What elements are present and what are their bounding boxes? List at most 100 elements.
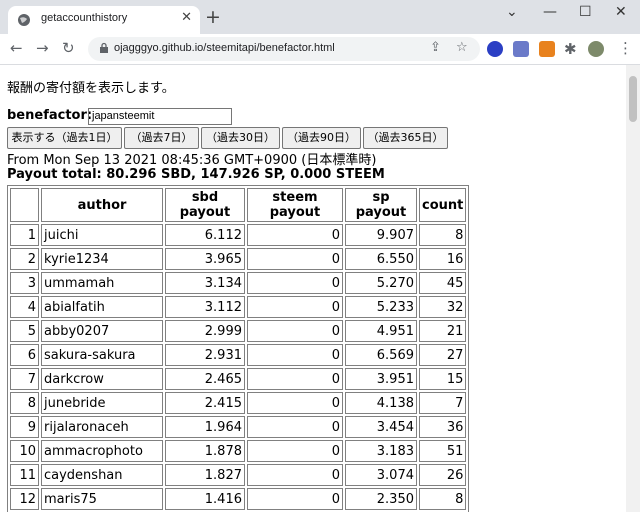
metamask-fox-icon[interactable] xyxy=(539,41,555,57)
row-index: 7 xyxy=(10,368,39,390)
sbd-payout-cell: 3.134 xyxy=(165,272,245,294)
header-count: count xyxy=(419,188,467,222)
table-header-row: author sbd payout steem payout sp payout… xyxy=(10,188,467,222)
steem-payout-cell: 0 xyxy=(247,392,343,414)
table-row: 3 ummamah 3.134 0 5.270 45 xyxy=(10,272,467,294)
sbd-payout-cell: 1.964 xyxy=(165,416,245,438)
steem-payout-cell: 0 xyxy=(247,224,343,246)
past-365days-button[interactable]: （過去365日） xyxy=(363,127,448,149)
steem-payout-cell: 0 xyxy=(247,320,343,342)
minimize-button[interactable]: — xyxy=(543,4,557,20)
count-cell: 45 xyxy=(419,272,467,294)
past-30days-button[interactable]: （過去30日） xyxy=(201,127,280,149)
row-index: 3 xyxy=(10,272,39,294)
menu-kebab-icon[interactable]: ⋮ xyxy=(618,39,633,57)
page-intro: 報酬の寄付額を表示します。 xyxy=(7,81,175,96)
reload-icon[interactable]: ↻ xyxy=(62,39,75,57)
share-icon[interactable]: ⇪ xyxy=(430,40,441,55)
row-index: 12 xyxy=(10,488,39,510)
steem-payout-cell: 0 xyxy=(247,464,343,486)
sp-payout-cell: 4.138 xyxy=(345,392,417,414)
sbd-payout-cell: 3.965 xyxy=(165,248,245,270)
author-cell: junebride xyxy=(41,392,163,414)
sp-payout-cell: 3.951 xyxy=(345,368,417,390)
tab-search-icon[interactable]: ⌄ xyxy=(506,4,518,20)
table-row: 6 sakura-sakura 2.931 0 6.569 27 xyxy=(10,344,467,366)
close-window-button[interactable]: ✕ xyxy=(615,4,627,20)
new-tab-button[interactable]: + xyxy=(205,6,221,28)
extension-bookmark-icon[interactable] xyxy=(513,41,529,57)
count-cell: 32 xyxy=(419,296,467,318)
tab-close-icon[interactable]: ✕ xyxy=(181,10,192,25)
header-index xyxy=(10,188,39,222)
steem-payout-cell: 0 xyxy=(247,248,343,270)
table-row: 1 juichi 6.112 0 9.907 8 xyxy=(10,224,467,246)
author-cell: sakura-sakura xyxy=(41,344,163,366)
author-cell: kyrie1234 xyxy=(41,248,163,270)
count-cell: 8 xyxy=(419,224,467,246)
sbd-payout-cell: 6.112 xyxy=(165,224,245,246)
steem-payout-cell: 0 xyxy=(247,440,343,462)
lock-icon xyxy=(100,42,108,53)
sbd-payout-cell: 1.878 xyxy=(165,440,245,462)
benefactor-label: benefactor: xyxy=(7,108,93,123)
forward-arrow-icon[interactable]: → xyxy=(36,39,49,57)
row-index: 1 xyxy=(10,224,39,246)
author-cell: abby0207 xyxy=(41,320,163,342)
bookmark-star-icon[interactable]: ☆ xyxy=(456,40,468,55)
table-row: 8 junebride 2.415 0 4.138 7 xyxy=(10,392,467,414)
browser-tab[interactable]: getaccounthistory ✕ xyxy=(8,6,200,34)
row-index: 10 xyxy=(10,440,39,462)
author-cell: darkcrow xyxy=(41,368,163,390)
tab-title: getaccounthistory xyxy=(41,12,128,24)
sbd-payout-cell: 1.827 xyxy=(165,464,245,486)
show-1day-button[interactable]: 表示する（過去1日） xyxy=(7,127,122,149)
count-cell: 21 xyxy=(419,320,467,342)
sbd-payout-cell: 1.416 xyxy=(165,488,245,510)
extension-w-icon[interactable] xyxy=(487,41,503,57)
payout-total: Payout total: 80.296 SBD, 147.926 SP, 0.… xyxy=(7,167,385,182)
table-row: 11 caydenshan 1.827 0 3.074 26 xyxy=(10,464,467,486)
row-index: 5 xyxy=(10,320,39,342)
author-cell: abialfatih xyxy=(41,296,163,318)
count-cell: 15 xyxy=(419,368,467,390)
payout-table: author sbd payout steem payout sp payout… xyxy=(7,185,470,512)
sbd-payout-cell: 2.999 xyxy=(165,320,245,342)
sbd-payout-cell: 3.112 xyxy=(165,296,245,318)
sp-payout-cell: 3.454 xyxy=(345,416,417,438)
header-sbd-payout: sbd payout xyxy=(165,188,245,222)
table-row: 7 darkcrow 2.465 0 3.951 15 xyxy=(10,368,467,390)
benefactor-input[interactable]: japansteemit xyxy=(88,108,232,125)
past-7days-button[interactable]: （過去7日） xyxy=(124,127,199,149)
back-arrow-icon[interactable]: ← xyxy=(10,39,23,57)
count-cell: 8 xyxy=(419,488,467,510)
steem-payout-cell: 0 xyxy=(247,272,343,294)
steem-payout-cell: 0 xyxy=(247,296,343,318)
page-scrollbar[interactable] xyxy=(626,65,640,512)
table-row: 2 kyrie1234 3.965 0 6.550 16 xyxy=(10,248,467,270)
count-cell: 36 xyxy=(419,416,467,438)
row-index: 11 xyxy=(10,464,39,486)
table-row: 5 abby0207 2.999 0 4.951 21 xyxy=(10,320,467,342)
steem-payout-cell: 0 xyxy=(247,368,343,390)
sbd-payout-cell: 2.415 xyxy=(165,392,245,414)
from-date-text: From Mon Sep 13 2021 08:45:36 GMT+0900 (… xyxy=(7,153,377,168)
author-cell: ummamah xyxy=(41,272,163,294)
extensions-puzzle-icon[interactable]: ✱ xyxy=(564,40,577,58)
profile-avatar[interactable] xyxy=(588,41,604,57)
row-index: 9 xyxy=(10,416,39,438)
address-bar[interactable]: ojagggyo.github.io/steemitapi/benefactor… xyxy=(88,37,480,61)
sp-payout-cell: 6.569 xyxy=(345,344,417,366)
row-index: 6 xyxy=(10,344,39,366)
past-90days-button[interactable]: （過去90日） xyxy=(282,127,361,149)
table-row: 10 ammacrophoto 1.878 0 3.183 51 xyxy=(10,440,467,462)
maximize-button[interactable]: ☐ xyxy=(579,4,592,20)
count-cell: 27 xyxy=(419,344,467,366)
sbd-payout-cell: 2.465 xyxy=(165,368,245,390)
table-row: 12 maris75 1.416 0 2.350 8 xyxy=(10,488,467,510)
scrollbar-thumb[interactable] xyxy=(629,76,637,122)
globe-icon xyxy=(18,14,30,26)
author-cell: ammacrophoto xyxy=(41,440,163,462)
table-row: 4 abialfatih 3.112 0 5.233 32 xyxy=(10,296,467,318)
sp-payout-cell: 6.550 xyxy=(345,248,417,270)
